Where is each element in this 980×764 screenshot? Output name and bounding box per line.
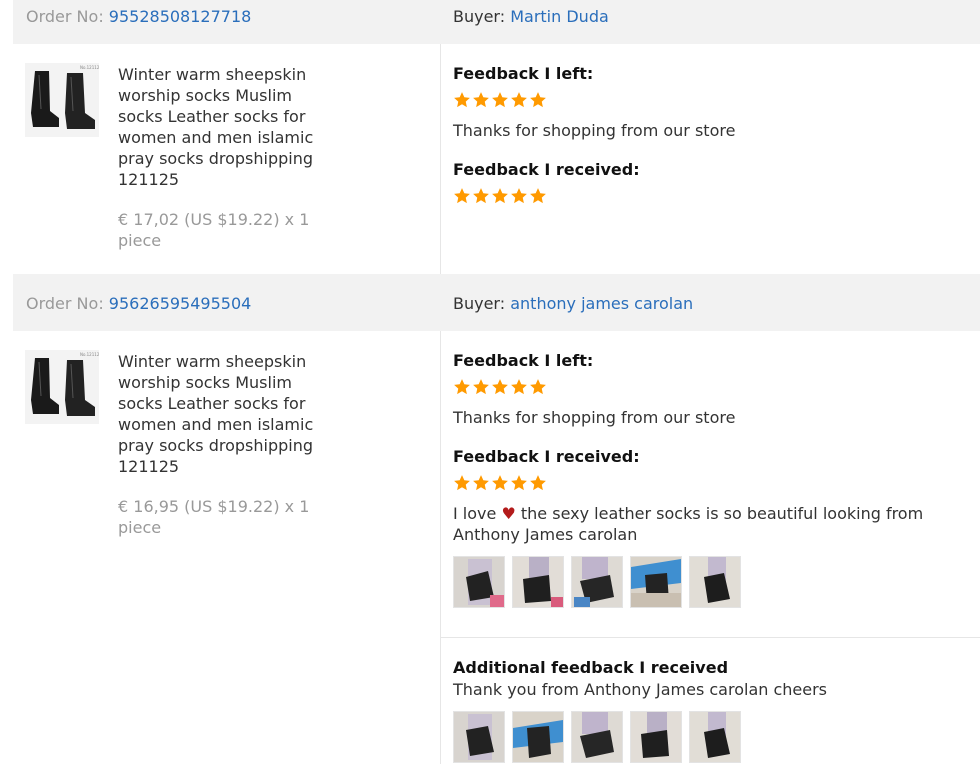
star-icon (473, 188, 489, 204)
feedback-photo-list (453, 556, 748, 608)
order-number-label: Order No: (26, 7, 104, 26)
star-icon (530, 475, 546, 491)
star-icon (454, 475, 470, 491)
star-icon (492, 379, 508, 395)
additional-photo-list (453, 711, 748, 763)
star-icon (511, 475, 527, 491)
star-icon (511, 92, 527, 108)
feedback-received-stars (453, 187, 548, 205)
additional-feedback-heading: Additional feedback I received (453, 658, 729, 677)
order-number: Order No: 95528508127718 (26, 7, 251, 26)
product-title[interactable]: Winter warm sheepskin worship socks Musl… (118, 64, 323, 190)
feedback-text-start: I love (453, 504, 497, 523)
feedback-photo[interactable] (630, 711, 682, 763)
heart-icon: ♥ (501, 504, 516, 523)
star-icon (530, 188, 546, 204)
product-price: € 17,02 (US $19.22) x 1 piece (118, 210, 310, 250)
product-thumbnail[interactable]: No.121125 (25, 350, 99, 424)
feedback-received-heading: Feedback I received: (453, 447, 640, 466)
svg-text:No.121125: No.121125 (80, 65, 99, 70)
order-header: Order No: 95528508127718 Buyer: Martin D… (13, 0, 980, 44)
order-number-label: Order No: (26, 294, 104, 313)
star-icon (473, 379, 489, 395)
product-title[interactable]: Winter warm sheepskin worship socks Musl… (118, 351, 323, 477)
feedback-received-heading: Feedback I received: (453, 160, 640, 179)
order-card: Order No: 95528508127718 Buyer: Martin D… (13, 0, 980, 274)
star-icon (530, 379, 546, 395)
star-icon (492, 92, 508, 108)
product-thumbnail[interactable]: No.121125 (25, 63, 99, 137)
order-number-link[interactable]: 95528508127718 (109, 7, 252, 26)
feedback-photo[interactable] (512, 556, 564, 608)
star-icon (473, 475, 489, 491)
feedback-photo[interactable] (630, 556, 682, 608)
feedback-photo[interactable] (453, 556, 505, 608)
buyer-name-link[interactable]: Martin Duda (510, 7, 609, 26)
feedback-received-stars (453, 474, 548, 492)
feedback-received-text: I love ♥ the sexy leather socks is so be… (453, 503, 980, 545)
star-icon (492, 475, 508, 491)
order-number-link[interactable]: 95626595495504 (109, 294, 252, 313)
section-divider (441, 637, 980, 638)
column-divider (440, 331, 441, 764)
buyer: Buyer: Martin Duda (453, 7, 609, 26)
product-price: € 16,95 (US $19.22) x 1 piece (118, 497, 310, 537)
star-icon (454, 92, 470, 108)
svg-text:No.121125: No.121125 (80, 352, 99, 357)
feedback-photo[interactable] (689, 556, 741, 608)
feedback-text-end: the sexy leather socks is so beautiful l… (453, 504, 924, 544)
feedback-photo[interactable] (571, 711, 623, 763)
order-number: Order No: 95626595495504 (26, 294, 251, 313)
buyer: Buyer: anthony james carolan (453, 294, 693, 313)
column-divider (440, 44, 441, 274)
order-header: Order No: 95626595495504 Buyer: anthony … (13, 274, 980, 331)
star-icon (530, 92, 546, 108)
order-card: Order No: 95626595495504 Buyer: anthony … (13, 274, 980, 764)
feedback-photo[interactable] (453, 711, 505, 763)
buyer-label: Buyer: (453, 294, 506, 313)
star-icon (492, 188, 508, 204)
star-icon (511, 188, 527, 204)
feedback-left-text: Thanks for shopping from our store (453, 121, 736, 140)
star-icon (511, 379, 527, 395)
feedback-left-stars (453, 378, 548, 396)
feedback-left-heading: Feedback I left: (453, 64, 594, 83)
feedback-left-heading: Feedback I left: (453, 351, 594, 370)
star-icon (454, 379, 470, 395)
feedback-left-text: Thanks for shopping from our store (453, 408, 736, 427)
additional-feedback-text: Thank you from Anthony James carolan che… (453, 680, 828, 699)
feedback-photo[interactable] (512, 711, 564, 763)
buyer-name-link[interactable]: anthony james carolan (510, 294, 693, 313)
feedback-photo[interactable] (689, 711, 741, 763)
feedback-left-stars (453, 91, 548, 109)
buyer-label: Buyer: (453, 7, 506, 26)
star-icon (473, 92, 489, 108)
feedback-photo[interactable] (571, 556, 623, 608)
star-icon (454, 188, 470, 204)
